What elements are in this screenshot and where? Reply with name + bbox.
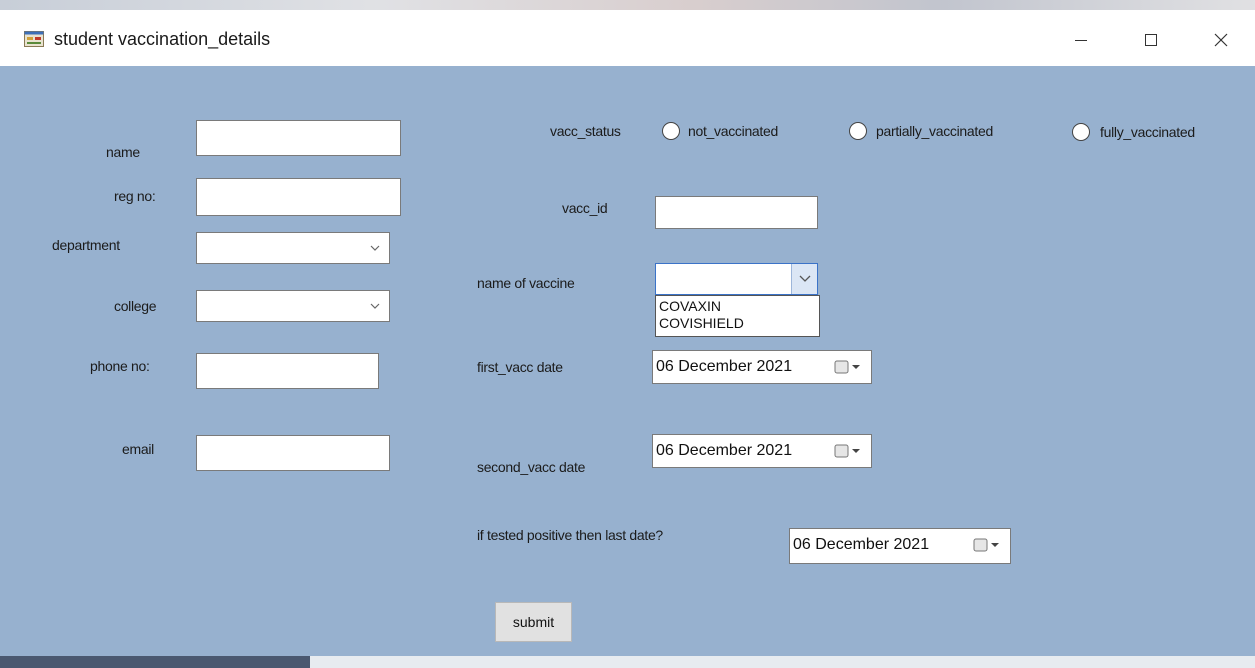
college-label: college bbox=[114, 298, 157, 314]
vacc-id-label: vacc_id bbox=[562, 200, 608, 216]
windows-form-icon bbox=[24, 31, 44, 47]
title-bar[interactable]: student vaccination_details bbox=[0, 10, 1255, 66]
submit-button[interactable]: submit bbox=[495, 602, 572, 642]
first-vacc-date-value: 06 December 2021 bbox=[656, 358, 793, 375]
maximize-icon bbox=[1145, 34, 1157, 46]
email-input[interactable] bbox=[196, 435, 390, 471]
department-label: department bbox=[52, 237, 120, 253]
radio-not-vaccinated[interactable] bbox=[662, 122, 680, 140]
minimize-button[interactable] bbox=[1058, 22, 1104, 58]
calendar-icon[interactable] bbox=[834, 359, 862, 375]
calendar-icon[interactable] bbox=[973, 537, 1001, 553]
radio-not-vaccinated-label[interactable]: not_vaccinated bbox=[688, 123, 778, 139]
vaccine-select[interactable] bbox=[655, 263, 818, 295]
name-label: name bbox=[106, 144, 140, 160]
phone-label: phone no: bbox=[90, 358, 150, 374]
email-label: email bbox=[122, 441, 154, 457]
second-vacc-label: second_vacc date bbox=[477, 459, 586, 475]
vacc-status-label: vacc_status bbox=[550, 123, 621, 139]
radio-partially-vaccinated-label[interactable]: partially_vaccinated bbox=[876, 123, 993, 139]
form-client-area: name reg no: department college phone no… bbox=[0, 66, 1255, 658]
taskbar-strip bbox=[0, 0, 1255, 10]
bottom-accent-bar bbox=[0, 656, 310, 668]
positive-datepicker[interactable]: 06 December 2021 bbox=[789, 528, 1011, 564]
vaccine-option-covaxin[interactable]: COVAXIN bbox=[656, 298, 819, 315]
radio-partially-vaccinated[interactable] bbox=[849, 122, 867, 140]
first-vacc-label: first_vacc date bbox=[477, 359, 563, 375]
chevron-down-icon bbox=[799, 275, 811, 282]
close-icon bbox=[1214, 33, 1228, 47]
name-input[interactable] bbox=[196, 120, 401, 156]
bottom-border bbox=[0, 656, 1255, 668]
vaccine-dropdown-button[interactable] bbox=[791, 264, 817, 294]
close-button[interactable] bbox=[1198, 22, 1244, 58]
second-vacc-datepicker[interactable]: 06 December 2021 bbox=[652, 434, 872, 468]
department-select[interactable] bbox=[196, 232, 390, 264]
college-select[interactable] bbox=[196, 290, 390, 322]
regno-input[interactable] bbox=[196, 178, 401, 216]
radio-fully-vaccinated[interactable] bbox=[1072, 123, 1090, 141]
positive-date-label: if tested positive then last date? bbox=[477, 527, 663, 543]
maximize-button[interactable] bbox=[1128, 22, 1174, 58]
vaccine-dropdown-list: COVAXIN COVISHIELD bbox=[655, 295, 820, 337]
chevron-down-icon bbox=[370, 303, 380, 309]
regno-label: reg no: bbox=[114, 188, 156, 204]
minimize-icon bbox=[1075, 40, 1087, 41]
radio-fully-vaccinated-label[interactable]: fully_vaccinated bbox=[1100, 124, 1195, 140]
screen: student vaccination_details name reg no:… bbox=[0, 0, 1255, 668]
calendar-icon[interactable] bbox=[834, 443, 862, 459]
first-vacc-datepicker[interactable]: 06 December 2021 bbox=[652, 350, 872, 384]
phone-input[interactable] bbox=[196, 353, 379, 389]
second-vacc-date-value: 06 December 2021 bbox=[656, 442, 793, 459]
chevron-down-icon bbox=[370, 245, 380, 251]
window-title: student vaccination_details bbox=[54, 29, 271, 49]
vaccine-option-covishield[interactable]: COVISHIELD bbox=[656, 315, 819, 332]
positive-date-value: 06 December 2021 bbox=[793, 536, 930, 553]
vaccine-label: name of vaccine bbox=[477, 275, 575, 291]
vacc-id-input[interactable] bbox=[655, 196, 818, 229]
